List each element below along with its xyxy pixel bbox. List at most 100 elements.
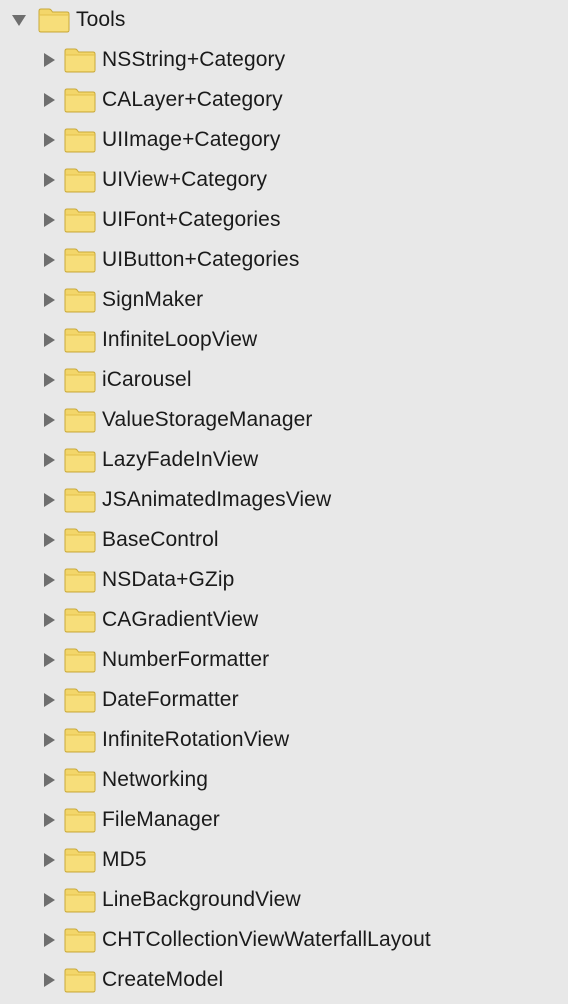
triangle-right-icon[interactable]	[40, 51, 58, 69]
folder-icon	[64, 47, 96, 73]
folder-icon	[64, 207, 96, 233]
folder-label: LazyFadeInView	[102, 448, 259, 471]
folder-label: UIView+Category	[102, 168, 268, 191]
triangle-right-icon[interactable]	[40, 171, 58, 189]
folder-icon	[64, 287, 96, 313]
folder-row-jsanimatedimagesview[interactable]: JSAnimatedImagesView	[0, 480, 568, 520]
triangle-right-icon[interactable]	[40, 851, 58, 869]
folder-label: DateFormatter	[102, 688, 239, 711]
folder-label: Networking	[102, 768, 209, 791]
triangle-right-icon[interactable]	[40, 451, 58, 469]
folder-row-lazyfadeinview[interactable]: LazyFadeInView	[0, 440, 568, 480]
folder-row-uiview-category[interactable]: UIView+Category	[0, 160, 568, 200]
folder-label: BaseControl	[102, 528, 219, 551]
triangle-right-icon[interactable]	[40, 771, 58, 789]
triangle-right-icon[interactable]	[40, 291, 58, 309]
folder-row-numberformatter[interactable]: NumberFormatter	[0, 640, 568, 680]
triangle-down-icon[interactable]	[10, 11, 28, 29]
folder-row-chtcollectionviewwaterfalllayout[interactable]: CHTCollectionViewWaterfallLayout	[0, 920, 568, 960]
folder-row-createmodel[interactable]: CreateModel	[0, 960, 568, 1000]
folder-row-tools[interactable]: Tools	[0, 0, 568, 40]
folder-row-icarousel[interactable]: iCarousel	[0, 360, 568, 400]
folder-row-signmaker[interactable]: SignMaker	[0, 280, 568, 320]
folder-row-basecontrol[interactable]: BaseControl	[0, 520, 568, 560]
folder-icon	[64, 167, 96, 193]
folder-label: LineBackgroundView	[102, 888, 301, 911]
folder-icon	[64, 647, 96, 673]
folder-icon	[64, 687, 96, 713]
folder-row-cagradientview[interactable]: CAGradientView	[0, 600, 568, 640]
folder-icon	[64, 767, 96, 793]
triangle-right-icon[interactable]	[40, 651, 58, 669]
folder-row-infiniteloopview[interactable]: InfiniteLoopView	[0, 320, 568, 360]
folder-label: MD5	[102, 848, 147, 871]
folder-icon	[64, 927, 96, 953]
folder-row-uifont-categories[interactable]: UIFont+Categories	[0, 200, 568, 240]
folder-label: NumberFormatter	[102, 648, 270, 671]
triangle-right-icon[interactable]	[40, 891, 58, 909]
project-navigator: Tools NSString+Category CALayer+Category U…	[0, 0, 568, 1004]
folder-row-filemanager[interactable]: FileManager	[0, 800, 568, 840]
triangle-right-icon[interactable]	[40, 811, 58, 829]
folder-icon	[64, 847, 96, 873]
folder-label: FileManager	[102, 808, 220, 831]
folder-icon	[64, 967, 96, 993]
folder-row-uibutton-categories[interactable]: UIButton+Categories	[0, 240, 568, 280]
folder-row-uiimage-category[interactable]: UIImage+Category	[0, 120, 568, 160]
folder-label: CHTCollectionViewWaterfallLayout	[102, 928, 431, 951]
triangle-right-icon[interactable]	[40, 411, 58, 429]
folder-row-nsdata-gzip[interactable]: NSData+GZip	[0, 560, 568, 600]
folder-label: UIFont+Categories	[102, 208, 281, 231]
triangle-right-icon[interactable]	[40, 611, 58, 629]
triangle-right-icon[interactable]	[40, 491, 58, 509]
tools-children: NSString+Category CALayer+Category UIImage…	[0, 40, 568, 1000]
triangle-right-icon[interactable]	[40, 211, 58, 229]
folder-label: NSData+GZip	[102, 568, 235, 591]
folder-icon	[64, 527, 96, 553]
triangle-right-icon[interactable]	[40, 731, 58, 749]
triangle-right-icon[interactable]	[40, 91, 58, 109]
folder-icon	[38, 7, 70, 33]
folder-row-calayer-category[interactable]: CALayer+Category	[0, 80, 568, 120]
folder-label: iCarousel	[102, 368, 192, 391]
folder-label: CreateModel	[102, 968, 224, 991]
triangle-right-icon[interactable]	[40, 131, 58, 149]
folder-icon	[64, 807, 96, 833]
folder-icon	[64, 327, 96, 353]
triangle-right-icon[interactable]	[40, 931, 58, 949]
folder-icon	[64, 487, 96, 513]
folder-label: SignMaker	[102, 288, 204, 311]
folder-icon	[64, 367, 96, 393]
folder-icon	[64, 447, 96, 473]
folder-label: InfiniteLoopView	[102, 328, 258, 351]
folder-icon	[64, 727, 96, 753]
folder-row-networking[interactable]: Networking	[0, 760, 568, 800]
folder-label: ValueStorageManager	[102, 408, 313, 431]
folder-label: UIButton+Categories	[102, 248, 300, 271]
triangle-right-icon[interactable]	[40, 331, 58, 349]
folder-row-nsstring-category[interactable]: NSString+Category	[0, 40, 568, 80]
folder-icon	[64, 607, 96, 633]
folder-icon	[64, 87, 96, 113]
folder-label: InfiniteRotationView	[102, 728, 290, 751]
folder-row-dateformatter[interactable]: DateFormatter	[0, 680, 568, 720]
triangle-right-icon[interactable]	[40, 691, 58, 709]
folder-icon	[64, 127, 96, 153]
folder-label: CAGradientView	[102, 608, 259, 631]
triangle-right-icon[interactable]	[40, 251, 58, 269]
folder-label: CALayer+Category	[102, 88, 283, 111]
folder-label: JSAnimatedImagesView	[102, 488, 332, 511]
folder-icon	[64, 887, 96, 913]
folder-icon	[64, 407, 96, 433]
triangle-right-icon[interactable]	[40, 531, 58, 549]
folder-row-linebackgroundview[interactable]: LineBackgroundView	[0, 880, 568, 920]
folder-row-md5[interactable]: MD5	[0, 840, 568, 880]
triangle-right-icon[interactable]	[40, 371, 58, 389]
triangle-right-icon[interactable]	[40, 571, 58, 589]
folder-row-infiniterotationview[interactable]: InfiniteRotationView	[0, 720, 568, 760]
triangle-right-icon[interactable]	[40, 971, 58, 989]
folder-row-valuestoragemanager[interactable]: ValueStorageManager	[0, 400, 568, 440]
folder-label: NSString+Category	[102, 48, 286, 71]
folder-label: Tools	[76, 8, 126, 31]
folder-label: UIImage+Category	[102, 128, 281, 151]
